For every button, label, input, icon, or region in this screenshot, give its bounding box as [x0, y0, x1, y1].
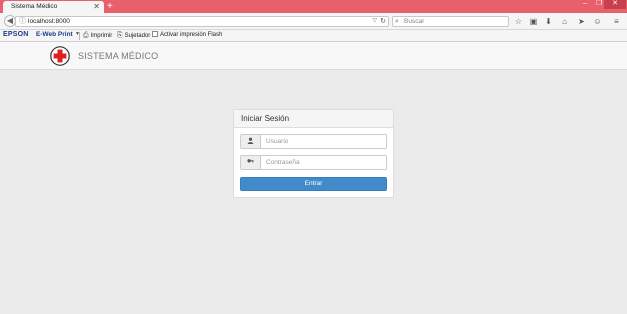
search-icon: ⌕	[395, 18, 399, 25]
login-submit-button[interactable]: Entrar	[240, 177, 387, 191]
password-input[interactable]	[261, 156, 386, 169]
printer-icon: ⎙	[83, 32, 89, 39]
bookmarks-toolbar: EPSON E-Web Print ▼ ⎙ Imprimir ⎘ Sujetador…	[0, 30, 627, 42]
e-web-print-button[interactable]: E-Web Print	[36, 31, 73, 38]
clip-icon: ⎘	[117, 32, 123, 39]
search-bar[interactable]: ⌕ Buscar	[392, 16, 509, 27]
tab-title: Sistema Médico	[11, 3, 58, 10]
chat-icon[interactable]: ☺	[592, 16, 603, 27]
browser-tab[interactable]: Sistema Médico ✕	[3, 1, 104, 13]
flash-print-label: Activar impresión Flash	[160, 32, 223, 38]
app-brand-title[interactable]: SISTEMA MÉDICO	[78, 51, 158, 61]
download-icon[interactable]: ⬇	[543, 16, 554, 27]
username-input[interactable]	[261, 135, 386, 148]
minimize-button[interactable]: –	[578, 0, 592, 9]
red-cross-logo-icon[interactable]	[50, 46, 70, 66]
clip-button[interactable]: ⎘ Sujetador	[117, 31, 150, 41]
print-label: Imprimir	[90, 33, 113, 39]
clip-label: Sujetador	[124, 33, 151, 39]
navigation-bar: ◀ ⓘ localhost:8000 ▽ ↻ ⌕ Buscar ☆ ▣ ⬇ ⌂ …	[0, 13, 627, 30]
home-icon[interactable]: ⌂	[559, 16, 570, 27]
toolbar-divider	[79, 32, 80, 40]
password-input-group	[240, 155, 387, 170]
history-dropdown-icon[interactable]: ▽	[372, 17, 377, 26]
key-icon	[241, 156, 261, 169]
login-title: Iniciar Sesión	[241, 114, 290, 123]
address-bar[interactable]: ⓘ localhost:8000 ▽ ↻	[15, 16, 389, 27]
reload-icon[interactable]: ↻	[380, 17, 386, 26]
close-window-button[interactable]: ✕	[604, 0, 626, 9]
app-navbar: SISTEMA MÉDICO	[0, 42, 627, 70]
username-input-group	[240, 134, 387, 149]
flash-print-toggle[interactable]: Activar impresión Flash	[152, 31, 222, 40]
epson-logo[interactable]: EPSON	[3, 31, 29, 38]
login-panel-heading: Iniciar Sesión	[234, 110, 393, 128]
flash-print-checkbox[interactable]	[152, 31, 158, 37]
search-placeholder[interactable]: Buscar	[404, 18, 424, 26]
library-icon[interactable]: ▣	[528, 16, 539, 27]
bookmark-star-icon[interactable]: ☆	[513, 16, 524, 27]
print-button[interactable]: ⎙ Imprimir	[83, 31, 112, 41]
send-icon[interactable]: ➤	[576, 16, 587, 27]
user-icon	[241, 135, 261, 148]
site-info-icon[interactable]: ⓘ	[19, 17, 26, 26]
tab-close-icon[interactable]: ✕	[93, 2, 100, 11]
back-arrow-icon: ◀	[6, 16, 14, 25]
login-panel: Iniciar Sesión Entrar	[233, 109, 394, 198]
menu-icon[interactable]: ≡	[611, 16, 622, 27]
new-tab-button[interactable]: +	[107, 1, 113, 12]
browser-title-bar: Sistema Médico ✕ + – ❐ ✕	[0, 0, 627, 13]
url-text[interactable]: localhost:8000	[28, 18, 70, 26]
